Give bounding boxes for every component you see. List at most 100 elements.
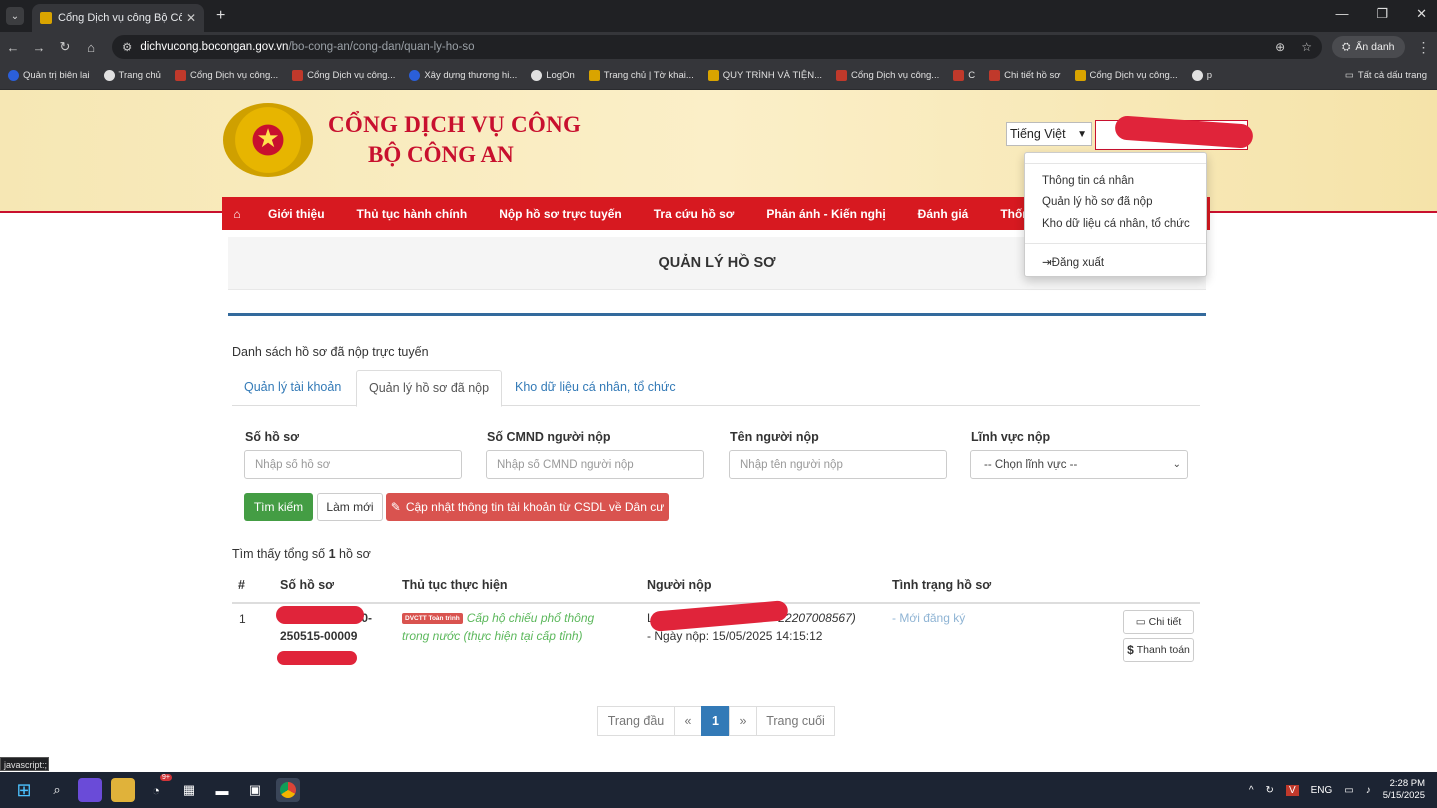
pagination-page-1[interactable]: 1 [701,706,730,736]
chevron-down-icon: ▼ [1077,128,1087,140]
url-field[interactable]: ⚙ dichvucong.bocongan.gov.vn/bo-cong-an/… [112,35,1322,59]
police-emblem-logo[interactable]: ★ [223,103,313,177]
incognito-icon: ⛭ [1342,40,1351,53]
bookmark-item[interactable]: Trang chủ | Tờ khai... [588,70,694,81]
home-icon[interactable]: ⌂ [222,207,252,221]
bookmark-item[interactable]: Quản trị biên lai [8,70,90,81]
bookmark-label: QUY TRÌNH VÀ TIỆN... [722,70,823,81]
bookmark-item[interactable]: Cổng Dịch vụ công... [174,70,278,81]
cmnd-input[interactable] [486,450,704,479]
dvctt-badge: DVCTT Toàn trình [402,613,463,625]
site-favicon-icon [40,12,52,24]
payment-label: Thanh toán [1136,644,1190,656]
windows-start-icon[interactable]: ⊞ [12,778,36,802]
chat-app-icon[interactable]: ◔ 9+ [144,774,172,802]
chrome-icon[interactable] [276,778,300,802]
ten-nguoi-nop-input[interactable] [729,450,947,479]
reset-button[interactable]: Làm mới [317,493,383,521]
bookmark-item[interactable]: Cổng Dịch vụ công... [1074,70,1178,81]
menu-thong-tin-ca-nhan[interactable]: Thông tin cá nhân [1042,175,1134,187]
bookmark-item[interactable]: LogOn [531,70,575,81]
bookmark-icon [588,70,600,81]
clock-time: 2:28 PM [1389,778,1425,789]
search-button[interactable]: Tìm kiếm [244,493,313,521]
bookmark-item[interactable]: Cổng Dịch vụ công... [836,70,939,81]
incognito-badge[interactable]: ⛭ Ẩn danh [1332,36,1405,58]
list-title: Danh sách hồ sơ đã nộp trực tuyến [232,345,429,359]
bookmark-star-icon[interactable]: ☆ [1301,40,1312,54]
nav-thu-tuc-hanh-chinh[interactable]: Thủ tục hành chính [341,207,484,221]
home-icon[interactable]: ⌂ [78,40,104,55]
tab-quan-ly-tai-khoan[interactable]: Quản lý tài khoản [232,370,353,406]
detail-button[interactable]: ▭ Chi tiết [1123,610,1194,634]
brand-title-line1[interactable]: CỔNG DỊCH VỤ CÔNG [328,112,581,138]
file-explorer-icon[interactable] [111,778,135,802]
app-tray-icon[interactable]: V [1285,784,1299,796]
bookmark-item[interactable]: Cổng Dịch vụ công... [292,70,395,81]
menu-quan-ly-ho-so[interactable]: Quản lý hồ sơ đã nộp [1042,196,1152,208]
clock[interactable]: 2:28 PM 5/15/2025 [1383,778,1425,802]
new-tab-plus-icon[interactable]: + [216,7,225,25]
reload-icon[interactable]: ↻ [52,39,78,55]
bookmark-label: Trang chủ | Tờ khai... [603,70,694,81]
linh-vuc-select[interactable]: -- Chọn lĩnh vực -- ⌄ [970,450,1188,479]
col-header-index: # [238,578,245,592]
nav-danh-gia[interactable]: Đánh giá [902,207,985,221]
nav-phan-anh-kien-nghi[interactable]: Phản ánh - Kiến nghị [750,207,901,221]
logout-icon: ⇥ [1042,257,1052,269]
nav-gioi-thieu[interactable]: Giới thiệu [252,207,341,221]
col-header-thu-tuc: Thủ tục thực hiện [402,578,508,592]
sync-icon[interactable]: ↻ [1266,785,1274,796]
language-indicator[interactable]: ENG [1311,785,1333,796]
restore-icon[interactable]: ❐ [1376,6,1388,22]
menu-dang-xuat[interactable]: ⇥Đăng xuất [1042,255,1104,269]
app-icon[interactable]: ▣ [243,778,267,802]
nav-nop-ho-so[interactable]: Nộp hồ sơ trực tuyến [483,207,638,221]
chevron-down-icon: ⌄ [1172,459,1181,470]
copilot-icon[interactable] [78,778,102,802]
bookmark-item[interactable]: Xây dựng thương hi... [409,70,517,81]
browser-tab[interactable]: Cổng Dịch vụ công Bộ Công an ✕ [32,4,204,32]
bookmark-item[interactable]: QUY TRÌNH VÀ TIỆN... [707,70,823,81]
zoom-icon[interactable]: ⊕ [1275,40,1285,54]
update-button-label: Cập nhật thông tin tài khoản từ CSDL về … [405,500,665,514]
app-icon[interactable]: ▬ [210,778,234,802]
bookmark-item[interactable]: Chi tiết hồ sơ [989,70,1061,81]
brand-title-line2[interactable]: BỘ CÔNG AN [368,142,514,168]
minimize-icon[interactable]: — [1335,6,1348,22]
update-citizen-data-button[interactable]: ✎ Cập nhật thông tin tài khoản từ CSDL về… [386,493,669,521]
pagination-next[interactable]: » [729,706,757,736]
all-bookmarks[interactable]: ▭ Tất cả dấu trang [1345,70,1427,81]
close-tab-icon[interactable]: ✕ [186,11,196,25]
menu-kho-du-lieu[interactable]: Kho dữ liệu cá nhân, tổ chức [1042,218,1190,230]
pagination-prev[interactable]: « [674,706,702,736]
tab-kho-du-lieu[interactable]: Kho dữ liệu cá nhân, tổ chức [503,370,688,406]
close-window-icon[interactable]: ✕ [1416,6,1427,22]
tab-quan-ly-ho-so-da-nop[interactable]: Quản lý hồ sơ đã nộp [356,370,503,407]
bookmark-item[interactable]: C [953,70,975,81]
search-icon[interactable]: ⌕ [45,778,69,802]
pagination-last[interactable]: Trang cuối [756,706,835,736]
pagination-first[interactable]: Trang đầu [597,706,675,736]
tab-list-chevron-icon[interactable]: ⌄ [6,7,24,25]
bookmark-item[interactable]: p [1191,70,1212,81]
browser-menu-icon[interactable]: ⋮ [1417,39,1431,56]
clock-date: 5/15/2025 [1382,790,1425,801]
network-icon[interactable]: ▭ [1344,785,1353,796]
back-arrow-icon[interactable]: ← [0,40,26,55]
site-settings-icon[interactable]: ⚙ [122,40,132,54]
bookmark-label: Cổng Dịch vụ công... [851,70,940,81]
chevron-up-icon[interactable]: ^ [1249,785,1254,796]
nav-tra-cuu-ho-so[interactable]: Tra cứu hồ sơ [638,207,751,221]
volume-icon[interactable]: ♪ [1366,785,1371,796]
bookmark-item[interactable]: Trang chủ [103,70,161,81]
payment-button[interactable]: $ Thanh toán [1123,638,1194,662]
section-divider [228,313,1206,316]
language-select[interactable]: Tiếng Việt ▼ [1006,122,1092,146]
submitter-id: 22207008567) [778,611,856,625]
pencil-icon: ✎ [390,500,401,514]
cmnd-label: Số CMND người nộp [487,430,611,444]
forward-arrow-icon[interactable]: → [26,40,52,55]
so-ho-so-input[interactable] [244,450,462,479]
app-icon[interactable]: ▦ [177,778,201,802]
